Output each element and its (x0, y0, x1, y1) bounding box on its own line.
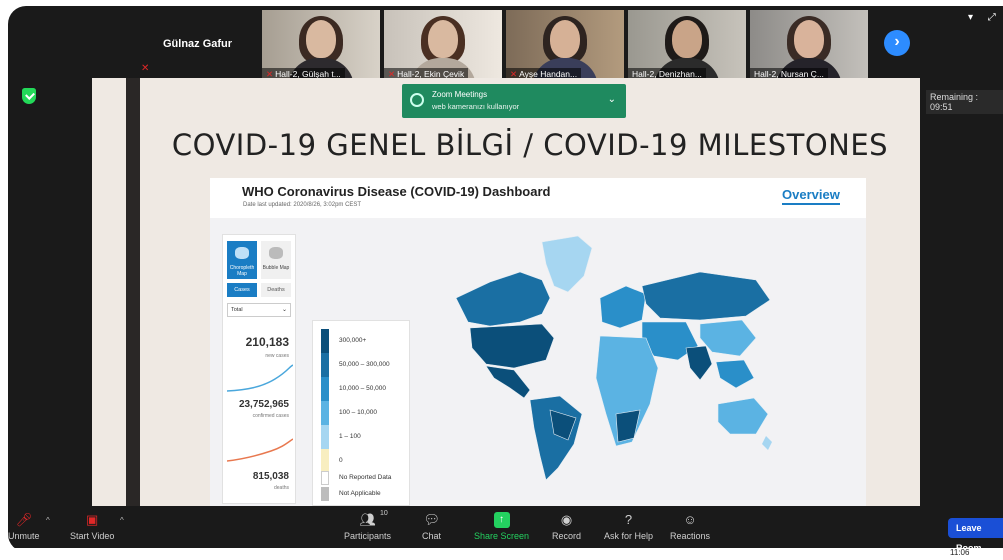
window-control-icons[interactable]: ▾ ⤢ (968, 12, 1002, 23)
screen: Gülnaz Gafur ✕ ✕ Hall-2, Gülşah t... ✕ Hal… (0, 0, 1003, 560)
deaths-sparkline (227, 438, 293, 462)
legend-item: 50,000 – 300,000 (321, 353, 407, 377)
taskbar-clock: 11:06 (950, 548, 970, 557)
legend-item: 10,000 – 50,000 (321, 377, 407, 401)
share-screen-button[interactable]: ↑ Share Screen (474, 512, 529, 541)
participant-thumbnail[interactable]: ✕ Hall-2, Gülşah t... (262, 10, 380, 82)
who-dashboard-screenshot: WHO Coronavirus Disease (COVID-19) Dashb… (210, 178, 866, 508)
chevron-down-icon[interactable]: ⌄ (608, 94, 616, 105)
participant-thumbnail[interactable]: Hall-2, Nursan Ç... (750, 10, 868, 82)
chat-icon: 💬︎ (423, 512, 441, 527)
audio-options-caret[interactable]: ^ (46, 516, 50, 525)
world-choropleth-map (455, 235, 772, 481)
legend-item: 1 – 100 (321, 425, 407, 449)
share-screen-icon: ↑ (493, 512, 510, 528)
confirmed-cases-label: confirmed cases (252, 413, 289, 419)
zoom-camera-icon (410, 93, 424, 107)
overview-link: Overview (782, 187, 840, 205)
dashboard-stats-panel: Choropleth Map Bubble Map Cases Deaths T… (222, 234, 296, 504)
legend-swatch (321, 329, 329, 353)
slide-edge (92, 78, 126, 510)
video-options-caret[interactable]: ^ (120, 516, 124, 525)
unmute-button[interactable]: 🎤︎ Unmute (8, 512, 40, 541)
legend-swatch (321, 425, 329, 449)
participant-thumbnail[interactable]: ✕ Hall-2, Ekin Çevik (384, 10, 502, 82)
reactions-icon: ☺ (683, 512, 697, 527)
participants-icon: 👥︎ (359, 512, 377, 527)
ask-for-help-button[interactable]: ? Ask for Help (604, 512, 653, 541)
presentation-slide: Zoom Meetings web kameranızı kullanıyor … (140, 78, 920, 510)
video-off-icon: ▣ (86, 512, 99, 527)
start-video-button[interactable]: ▣ Start Video (70, 512, 114, 541)
dashboard-title: WHO Coronavirus Disease (COVID-19) Dashb… (242, 184, 551, 199)
reactions-button[interactable]: ☺ Reactions (670, 512, 710, 541)
world-map-icon (235, 247, 249, 259)
tab-deaths: Deaths (261, 283, 291, 297)
notification-title: Zoom Meetings (432, 90, 488, 99)
security-shield-icon[interactable] (22, 88, 36, 104)
shared-screen: Zoom Meetings web kameranızı kullanıyor … (92, 78, 920, 510)
legend-swatch (321, 377, 329, 401)
legend-item: 0 (321, 449, 407, 473)
next-page-arrow-icon[interactable]: › (884, 30, 910, 56)
legend-item: Not Applicable (321, 487, 407, 501)
help-icon: ? (624, 512, 633, 527)
legend-swatch (321, 353, 329, 377)
bubble-map-icon (269, 247, 283, 259)
zoom-meeting-window: Gülnaz Gafur ✕ ✕ Hall-2, Gülşah t... ✕ Hal… (8, 6, 1003, 552)
deaths-label: deaths (273, 485, 289, 491)
chevron-down-icon: ⌄ (281, 307, 287, 313)
cases-sparkline (227, 364, 293, 392)
deaths-value: 815,038 (252, 471, 289, 482)
dashboard-updated: Date last updated: 2020/8/26, 3:02pm CES… (243, 202, 362, 208)
breakout-remaining-time: Remaining : 09:51 (926, 90, 1003, 114)
participant-thumbnail[interactable]: Hall-2, Denizhan... (628, 10, 746, 82)
camera-in-use-notification[interactable]: Zoom Meetings web kameranızı kullanıyor … (402, 84, 626, 118)
record-icon: ◉ (560, 512, 573, 527)
participants-count: 10 (380, 510, 388, 517)
map-legend: 300,000+ 50,000 – 300,000 10,000 – 50,00… (312, 320, 410, 506)
record-button[interactable]: ◉ Record (552, 512, 581, 541)
new-cases-value: 210,183 (245, 335, 289, 349)
active-speaker-name: Gülnaz Gafur (163, 38, 233, 50)
notification-message: web kameranızı kullanıyor (432, 102, 520, 111)
participant-thumbnail[interactable]: ✕ Ayşe Handan... (506, 10, 624, 82)
legend-swatch (321, 449, 329, 473)
tab-cases: Cases (227, 283, 257, 297)
legend-item: 300,000+ (321, 329, 407, 353)
os-taskbar (0, 548, 1003, 560)
legend-swatch (321, 487, 329, 501)
legend-item: No Reported Data (321, 471, 407, 485)
legend-swatch (321, 471, 329, 485)
confirmed-cases-value: 23,752,965 (238, 399, 289, 410)
mic-muted-icon: 🎤︎ (15, 512, 33, 527)
new-cases-label: new cases (265, 353, 289, 359)
choropleth-map-button: Choropleth Map (227, 241, 257, 279)
slide-title: COVID-19 GENEL BİLGİ / COVID-19 MILESTON… (171, 128, 889, 162)
bubble-map-button: Bubble Map (261, 241, 291, 279)
chat-button[interactable]: 💬︎ Chat (422, 512, 441, 541)
dashboard-header: WHO Coronavirus Disease (COVID-19) Dashb… (210, 178, 866, 218)
period-select: Total ⌄ (227, 303, 291, 317)
legend-swatch (321, 401, 329, 425)
legend-item: 100 – 10,000 (321, 401, 407, 425)
leave-room-button[interactable]: Leave Room (948, 518, 1003, 552)
meeting-toolbar: 🎤︎ Unmute ^ ▣ Start Video ^ 👥︎ Participants… (8, 506, 1003, 552)
mic-muted-icon: ✕ (141, 63, 150, 74)
